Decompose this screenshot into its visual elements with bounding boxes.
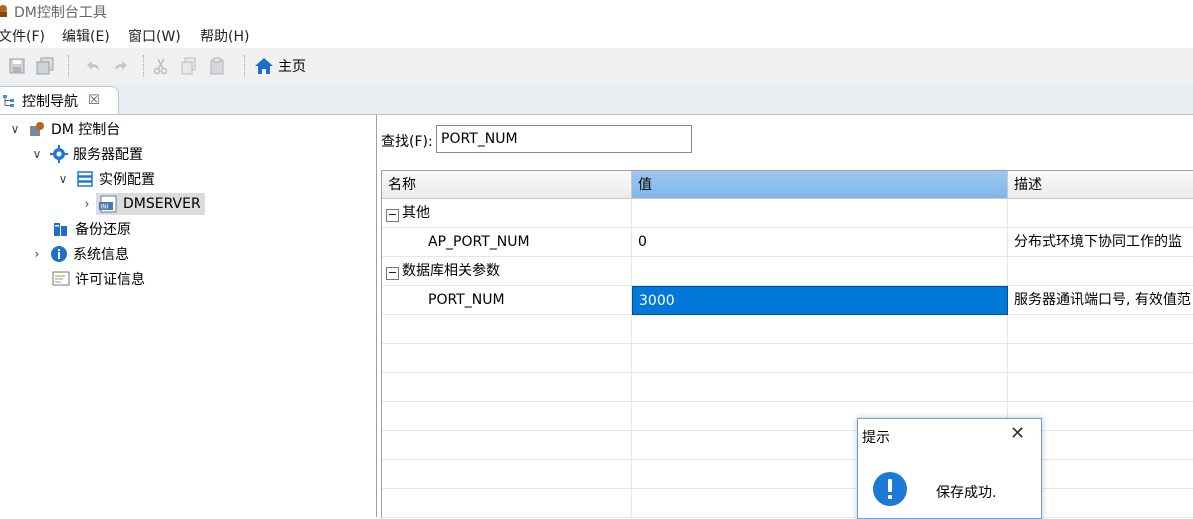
navigation-tree: ∨ DM 控制台 ∨ 服务器配置 ∨ 实例配置 › INI DMSERVER 备… [0,115,377,517]
collapse-icon[interactable]: − [386,267,399,280]
table-row-group[interactable]: − 数据库相关参数 [382,257,1193,286]
table-row-empty [382,315,1193,344]
app-logo-icon [0,5,7,17]
cut-icon[interactable] [152,57,170,75]
toolbar-separator [68,55,69,77]
tree-node-label: 备份还原 [75,222,131,238]
table-row-empty [382,373,1193,402]
table-row-empty [382,460,1193,489]
tree-node-server-config[interactable]: ∨ 服务器配置 [30,143,143,165]
toolbar-separator [143,55,144,77]
tab-close-icon[interactable]: ☒ [88,93,100,108]
tree-node-label: 实例配置 [99,172,155,188]
find-input[interactable] [436,125,692,153]
find-label: 查找(F): [381,134,433,150]
database-console-icon [30,122,44,136]
ini-file-icon: INI [99,195,117,213]
empty-cell [1008,199,1193,228]
menu-help[interactable]: 帮助(H) [200,26,249,46]
param-description-cell: 分布式环境下协同工作的监 [1008,228,1193,257]
table-row-empty [382,489,1193,518]
redo-icon[interactable] [112,57,130,75]
save-icon[interactable] [8,57,26,75]
group-cell: − 其他 [382,199,632,228]
menu-window[interactable]: 窗口(W) [128,26,181,46]
home-label: 主页 [278,59,306,75]
table-row-empty [382,402,1193,431]
view-tab-bar: 控制导航 ☒ [0,84,1193,115]
group-label: 其他 [402,205,430,221]
parameter-editor: 查找(F): 名称 值 描述 −其他 AP_PORT_NUM 0 分布式环境下协… [377,115,1193,518]
backup-icon [54,223,67,236]
tree-node-license-info[interactable]: 许可证信息 [52,268,145,290]
chevron-right-icon[interactable]: › [80,197,94,211]
svg-text:INI: INI [101,204,109,211]
table-row[interactable]: PORT_NUM 3000 服务器通讯端口号, 有效值范 [382,286,1193,315]
tab-control-navigation[interactable]: 控制导航 ☒ [0,86,119,114]
param-name-cell: AP_PORT_NUM [382,228,632,257]
param-name-cell: PORT_NUM [382,286,632,315]
tree-node-system-info[interactable]: › 系统信息 [30,243,129,265]
tree-node-label: DMSERVER [123,196,201,212]
menu-bar: 文件(F) 编辑(E) 窗口(W) 帮助(H) [0,24,1193,48]
info-icon [873,472,907,506]
message-dialog: 提示 ✕ 保存成功. [857,418,1042,519]
table-row-empty [382,344,1193,373]
tree-nav-icon [3,94,14,107]
column-header-description[interactable]: 描述 [1008,171,1193,199]
undo-icon[interactable] [84,57,102,75]
tree-node-label: 系统信息 [73,247,129,263]
param-value-cell[interactable]: 0 [632,228,1008,257]
chevron-down-icon[interactable]: ∨ [8,122,22,136]
tree-node-dm-console[interactable]: ∨ DM 控制台 [8,118,120,140]
column-header-value[interactable]: 值 [632,171,1008,199]
home-button[interactable]: 主页 [254,54,306,78]
column-header-name[interactable]: 名称 [382,171,632,199]
selected-node-highlight: INI DMSERVER [96,193,205,215]
paste-icon[interactable] [208,57,226,75]
close-icon[interactable]: ✕ [1010,423,1025,444]
title-bar: DM控制台工具 [0,0,1193,24]
tree-node-instance-config[interactable]: ∨ 实例配置 [56,168,155,190]
chevron-down-icon[interactable]: ∨ [56,172,70,186]
window-title: DM控制台工具 [14,5,107,21]
toolbar-separator [244,55,245,77]
dialog-message: 保存成功. [936,485,997,501]
info-icon [51,246,67,262]
server-list-icon [77,171,93,187]
group-label: 数据库相关参数 [402,263,500,279]
gear-icon [50,145,68,163]
save-all-icon[interactable] [36,57,54,75]
param-description-cell: 服务器通讯端口号, 有效值范 [1008,286,1193,315]
table-row-empty [382,431,1193,460]
tree-node-label: 许可证信息 [75,272,145,288]
home-icon [255,58,273,74]
chevron-down-icon[interactable]: ∨ [30,147,44,161]
tree-node-label: DM 控制台 [51,122,121,138]
table-row-group[interactable]: − 其他 [382,199,1193,228]
empty-cell [632,257,1008,286]
parameter-grid: 名称 值 描述 − 其他 AP_PORT_NUM 0 分布式环境下协同工作的监 −… [381,170,1193,518]
menu-edit[interactable]: 编辑(E) [62,26,110,46]
group-cell: − 数据库相关参数 [382,257,632,286]
copy-icon[interactable] [180,57,198,75]
table-row[interactable]: AP_PORT_NUM 0 分布式环境下协同工作的监 [382,228,1193,257]
tree-node-dmserver[interactable]: › INI DMSERVER [80,193,205,215]
license-certificate-icon [52,271,70,286]
empty-cell [632,199,1008,228]
collapse-icon[interactable]: − [386,209,399,222]
tab-label: 控制导航 [22,93,78,110]
menu-file[interactable]: 文件(F) [0,26,45,46]
toolbar: 主页 [0,48,1193,85]
tree-node-label: 服务器配置 [73,147,143,163]
chevron-right-icon[interactable]: › [30,247,44,261]
empty-cell [1008,257,1193,286]
dialog-title: 提示 [862,430,890,446]
param-value-cell-selected[interactable]: 3000 [632,286,1008,315]
tree-node-backup-restore[interactable]: 备份还原 [52,218,131,240]
